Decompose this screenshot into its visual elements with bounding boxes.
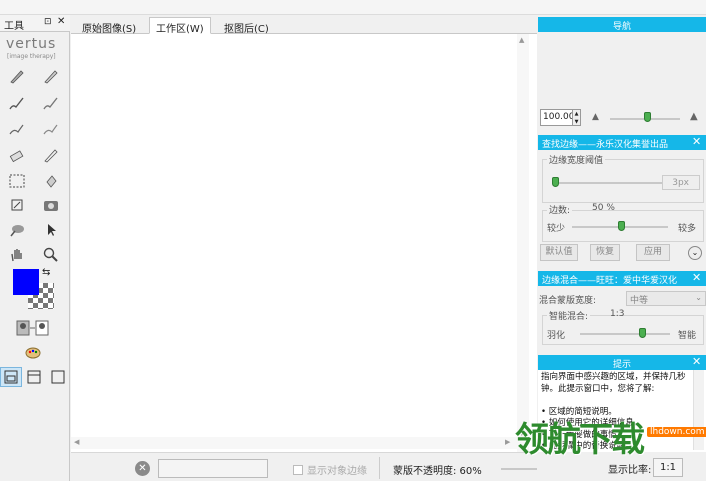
checkbox-box[interactable] — [293, 464, 303, 475]
zoom-slider-thumb[interactable] — [644, 112, 651, 122]
ratio-label: 显示比率: — [608, 465, 652, 476]
edge-count-label: 边数: — [547, 203, 573, 216]
watermark-logo: 领航下载 — [515, 420, 645, 460]
apply-button[interactable]: 应用 — [636, 244, 670, 261]
smart-label: 智能 — [678, 331, 697, 341]
tools-panel-title: 工具 — [4, 21, 24, 32]
blend-width-value: 中等 — [630, 296, 649, 306]
watermark-url: lhdown.com — [647, 427, 706, 437]
hint-title: 提示 — [612, 360, 631, 370]
close-icon[interactable]: ✕ — [57, 16, 65, 27]
chevron-down-icon: ⌄ — [695, 293, 702, 302]
pencil-remove-icon[interactable] — [40, 66, 62, 86]
cancel-icon[interactable]: ✕ — [135, 461, 150, 476]
work-canvas[interactable] — [71, 34, 537, 452]
default-button[interactable]: 默认值 — [540, 244, 578, 261]
hint-scrollbar[interactable] — [693, 370, 704, 450]
hint-panel-header: 提示 ✕ — [538, 355, 706, 370]
tools-panel-header: 工具 ⊡ ✕ — [0, 15, 70, 32]
scroll-right-icon[interactable]: ▶ — [505, 438, 510, 446]
show-edge-checkbox[interactable]: 显示对象边缘 — [293, 462, 367, 477]
pen-minus-icon[interactable] — [40, 145, 62, 165]
hand-icon[interactable] — [6, 245, 28, 265]
smudge-icon[interactable] — [6, 220, 28, 240]
layout-view-1-icon[interactable] — [0, 367, 22, 387]
status-bar: ✕ 显示对象边缘 蒙版不透明度: 60% — [71, 452, 538, 481]
edge-count-value: 50 % — [592, 203, 615, 213]
smart-blend-label: 智能混合: — [547, 309, 591, 322]
view-tabs: 原始图像(S) 工作区(W) 抠图后(C) — [71, 15, 537, 35]
scroll-up-icon[interactable]: ▲ — [519, 36, 524, 44]
pencil-keep-icon[interactable] — [6, 66, 28, 86]
tools-panel: 工具 ⊡ ✕ vertus [image therapy] ⇆ — [0, 15, 70, 481]
find-edge-panel: 边缘宽度阈值 3px 边数: 50 % 较少 较多 默认值 恢复 应用 ⌄ — [538, 149, 706, 269]
smart-blend-slider-track[interactable] — [580, 333, 670, 335]
pointer-icon[interactable] — [40, 220, 62, 240]
ratio-button[interactable]: 1:1 — [653, 458, 683, 477]
expand-icon[interactable]: ⌄ — [688, 246, 702, 260]
brush-keep-icon[interactable] — [6, 93, 28, 113]
vertus-logo-subtitle: [image therapy] — [7, 53, 56, 60]
restore-button[interactable]: 恢复 — [590, 244, 620, 261]
smart-blend-value: 1:3 — [610, 309, 625, 319]
crop-icon[interactable] — [6, 195, 28, 215]
pin-icon[interactable]: ⊡ — [44, 17, 52, 27]
edge-blend-panel-header: 边缘混合——旺旺：爱中华爱汉化 ✕ — [538, 271, 706, 286]
close-icon[interactable]: ✕ — [692, 271, 701, 284]
rect-select-icon[interactable] — [6, 171, 28, 191]
zoom-out-icon[interactable]: ▲ — [592, 112, 599, 122]
feather-label: 羽化 — [547, 331, 566, 341]
mask-opacity-label: 蒙版不透明度: 60% — [393, 466, 482, 477]
edge-width-value[interactable]: 3px — [662, 175, 700, 190]
opacity-slider-track[interactable] — [501, 468, 537, 470]
replace-background-icon[interactable] — [16, 318, 50, 338]
edge-less-label: 较少 — [547, 224, 566, 234]
tab-workspace[interactable]: 工作区(W) — [149, 17, 211, 35]
navigator-title: 导航 — [612, 22, 631, 32]
swap-colors-icon[interactable]: ⇆ — [42, 267, 50, 278]
show-edge-label: 显示对象边缘 — [307, 466, 367, 477]
edge-blend-panel: 混合蒙版宽度: 中等 ⌄ 智能混合: 1:3 羽化 智能 — [538, 285, 706, 355]
palette-icon[interactable] — [22, 343, 44, 363]
window-top-strip — [0, 0, 706, 15]
eraser-icon[interactable] — [6, 145, 28, 165]
progress-field — [158, 459, 268, 478]
edge-count-slider-thumb[interactable] — [618, 221, 625, 231]
close-icon[interactable]: ✕ — [692, 355, 701, 368]
layout-view-3-icon[interactable] — [47, 367, 69, 387]
blend-width-select[interactable]: 中等 ⌄ — [626, 291, 706, 306]
edge-more-label: 较多 — [678, 224, 697, 234]
find-edge-panel-header: 查找边缘——永乐汉化集誉出品 ✕ — [538, 135, 706, 150]
foreground-color-swatch[interactable] — [13, 269, 39, 295]
camera-icon[interactable] — [40, 195, 62, 215]
fill-icon[interactable] — [40, 171, 62, 191]
edge-width-slider-thumb[interactable] — [552, 177, 559, 187]
hair-brush-alt-icon[interactable] — [40, 119, 62, 139]
layout-view-2-icon[interactable] — [23, 367, 45, 387]
vertical-scrollbar[interactable]: ▲ ▼ — [517, 34, 529, 452]
zoom-icon[interactable] — [40, 245, 62, 265]
horizontal-scrollbar[interactable]: ◀ ▶ — [71, 437, 517, 449]
blend-width-label: 混合蒙版宽度: — [539, 296, 597, 306]
zoom-in-icon[interactable]: ▲ — [690, 111, 698, 122]
zoom-spinner[interactable]: ▲ ▼ — [572, 109, 581, 126]
smart-blend-slider-thumb[interactable] — [639, 328, 646, 338]
edge-width-label: 边缘宽度阈值 — [547, 153, 606, 166]
status-divider — [379, 457, 380, 479]
brush-remove-icon[interactable] — [40, 93, 62, 113]
tab-after-cutout[interactable]: 抠图后(C) — [217, 17, 276, 35]
close-icon[interactable]: ✕ — [692, 135, 701, 148]
tab-original-image[interactable]: 原始图像(S) — [75, 17, 143, 35]
scroll-left-icon[interactable]: ◀ — [74, 438, 79, 446]
navigator-panel: 100.00 ▲ ▼ ▲ ▲ — [538, 32, 706, 133]
navigator-panel-header: 导航 — [538, 17, 706, 32]
hair-brush-icon[interactable] — [6, 119, 28, 139]
zoom-input[interactable]: 100.00 — [540, 109, 575, 126]
edge-width-slider-track[interactable] — [552, 182, 662, 184]
vertus-logo: vertus — [6, 36, 57, 52]
